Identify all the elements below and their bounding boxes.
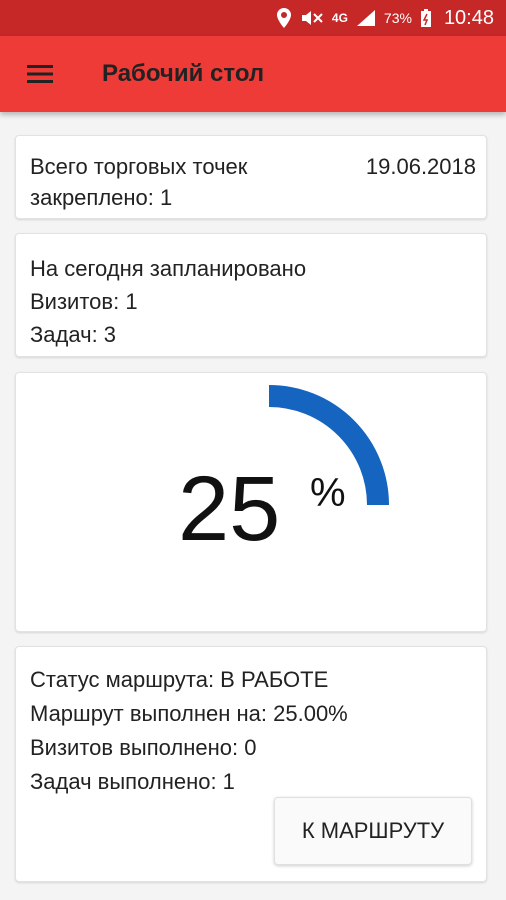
plan-card: На сегодня запланировано Визитов: 1 Зада… [15, 233, 487, 357]
mute-icon [300, 9, 324, 27]
plan-heading: На сегодня запланировано [30, 256, 307, 281]
route-visits-done: Визитов выполнено: 0 [30, 735, 257, 760]
page-title: Рабочий стол [102, 60, 265, 87]
app-bar: Рабочий стол [0, 36, 506, 112]
outlets-text: Всего торговых точек закреплено: 1 [30, 151, 247, 213]
progress-unit: % [310, 471, 346, 515]
status-bar: 4G 73% 10:48 [0, 0, 506, 36]
outlets-card: Всего торговых точек закреплено: 1 19.06… [15, 135, 487, 219]
location-icon [276, 8, 292, 28]
plan-tasks: Задач: 3 [30, 322, 117, 347]
plan-visits: Визитов: 1 [30, 289, 138, 314]
menu-icon [27, 65, 53, 83]
menu-button[interactable] [0, 36, 80, 112]
battery-percent: 73% [383, 10, 412, 26]
route-tasks-done: Задач выполнено: 1 [30, 769, 235, 794]
date-label: 19.06.2018 [365, 154, 476, 179]
progress-card: 25 % [15, 372, 487, 632]
battery-icon [420, 8, 432, 28]
to-route-button[interactable]: К МАРШРУТУ [274, 797, 472, 865]
progress-value: 25 [178, 458, 281, 560]
route-completed: Маршрут выполнен на: 25.00% [30, 701, 348, 726]
outlets-line2: закреплено: 1 [30, 185, 173, 210]
route-status: Статус маршрута: В РАБОТЕ [30, 667, 329, 692]
signal-icon [356, 9, 376, 27]
outlets-line1: Всего торговых точек [30, 154, 248, 179]
route-card: Статус маршрута: В РАБОТЕ Маршрут выполн… [15, 646, 487, 882]
plan-text: На сегодня запланировано Визитов: 1 Зада… [30, 252, 306, 351]
network-icon: 4G [331, 11, 348, 25]
clock: 10:48 [443, 6, 494, 29]
route-text: Статус маршрута: В РАБОТЕ Маршрут выполн… [30, 663, 348, 799]
